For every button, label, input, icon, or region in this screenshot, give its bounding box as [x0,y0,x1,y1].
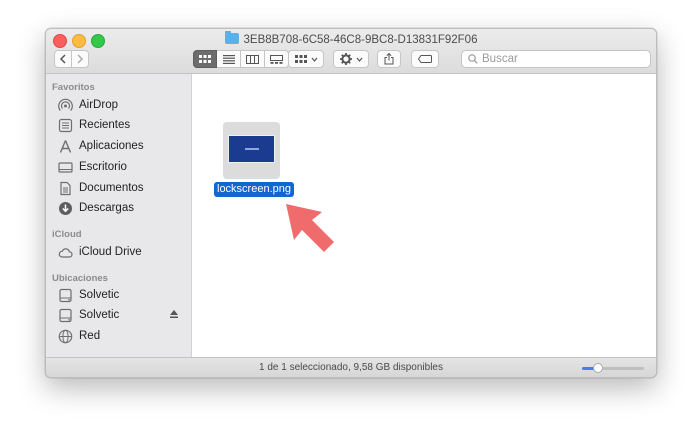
gallery-icon [270,54,283,64]
icon-size-slider[interactable] [582,363,644,373]
gallery-view-button[interactable] [265,50,289,68]
group-by-button[interactable] [288,50,324,68]
chevron-down-icon [311,57,317,62]
sidebar-heading-ubicaciones: Ubicaciones [52,273,108,284]
disk-icon [59,308,72,322]
share-button[interactable] [377,50,401,68]
sidebar-item-label: Aplicaciones [79,140,144,152]
chevron-left-icon [59,54,66,64]
sidebar-item-label: Escritorio [79,161,127,173]
status-bar: 1 de 1 seleccionado, 9,58 GB disponibles [46,357,656,377]
sidebar-item-escritorio[interactable]: Escritorio [58,158,183,176]
action-menu-button[interactable] [333,50,369,68]
search-field[interactable] [461,50,651,68]
sidebar-item-label: Recientes [79,119,131,131]
disk-icon [59,288,72,302]
sidebar-heading-favoritos: Favoritos [52,82,95,93]
sidebar-item-solvetic-2[interactable]: Solvetic [58,306,183,324]
file-browser-area[interactable]: lockscreen.png [192,74,656,357]
slider-knob[interactable] [592,363,603,373]
image-preview [228,135,275,163]
gear-icon [339,53,352,65]
sidebar-item-label: Documentos [79,182,144,194]
file-thumbnail[interactable] [223,122,280,179]
sidebar-item-documentos[interactable]: Documentos [58,179,183,197]
icon-view-button[interactable] [193,50,217,68]
search-input[interactable] [482,53,632,65]
sidebar-item-solvetic[interactable]: Solvetic [58,286,183,304]
applications-icon [59,139,72,153]
sidebar-item-airdrop[interactable]: AirDrop [58,96,183,114]
chevron-down-icon [356,57,362,62]
cloud-icon [58,247,73,258]
sidebar-item-descargas[interactable]: Descargas [58,199,183,217]
window-title: 3EB8B708-6C58-46C8-9BC8-D13831F92F06 [243,34,478,46]
finder-window: 3EB8B708-6C58-46C8-9BC8-D13831F92F06 Bus… [45,28,657,378]
sidebar-heading-icloud: iCloud [52,229,82,240]
tag-icon [418,55,432,63]
eject-icon[interactable] [169,309,179,319]
share-icon [384,53,394,65]
folder-icon [224,31,239,44]
chevron-right-icon [77,54,84,64]
view-mode-selector [193,50,289,68]
desktop-icon [58,161,73,173]
sidebar-item-label: Red [79,330,101,342]
document-icon [60,181,71,195]
list-view-button[interactable] [217,50,241,68]
sidebar-item-label: Solvetic [79,289,120,301]
window-title-bar: 3EB8B708-6C58-46C8-9BC8-D13831F92F06 [46,31,656,48]
file-name-label[interactable]: lockscreen.png [214,182,294,197]
sidebar-item-label: Solvetic [79,309,120,321]
status-text: 1 de 1 seleccionado, 9,58 GB disponibles [258,362,443,373]
columns-icon [246,54,259,64]
toolbar: 3EB8B708-6C58-46C8-9BC8-D13831F92F06 [46,29,656,74]
network-icon [58,329,73,343]
sidebar-item-red[interactable]: Red [58,327,183,345]
back-button[interactable] [54,50,72,68]
column-view-button[interactable] [241,50,265,68]
sidebar: Favoritos AirDrop Recientes Aplicaciones… [46,74,192,357]
tags-button[interactable] [411,50,439,68]
search-icon [468,54,478,64]
sidebar-item-label: AirDrop [79,99,118,111]
sidebar-item-recientes[interactable]: Recientes [58,116,183,134]
sidebar-item-label: iCloud Drive [79,246,142,258]
grid-icon [199,54,211,63]
sidebar-item-aplicaciones[interactable]: Aplicaciones [58,137,183,155]
list-icon [222,54,235,64]
download-icon [59,201,72,215]
clock-icon [58,118,73,132]
airdrop-icon [58,98,73,111]
forward-button[interactable] [71,50,89,68]
grid-icon [294,54,307,63]
arrow-icon [286,204,334,252]
sidebar-item-icloud-drive[interactable]: iCloud Drive [58,243,183,261]
sidebar-item-label: Descargas [79,202,134,214]
